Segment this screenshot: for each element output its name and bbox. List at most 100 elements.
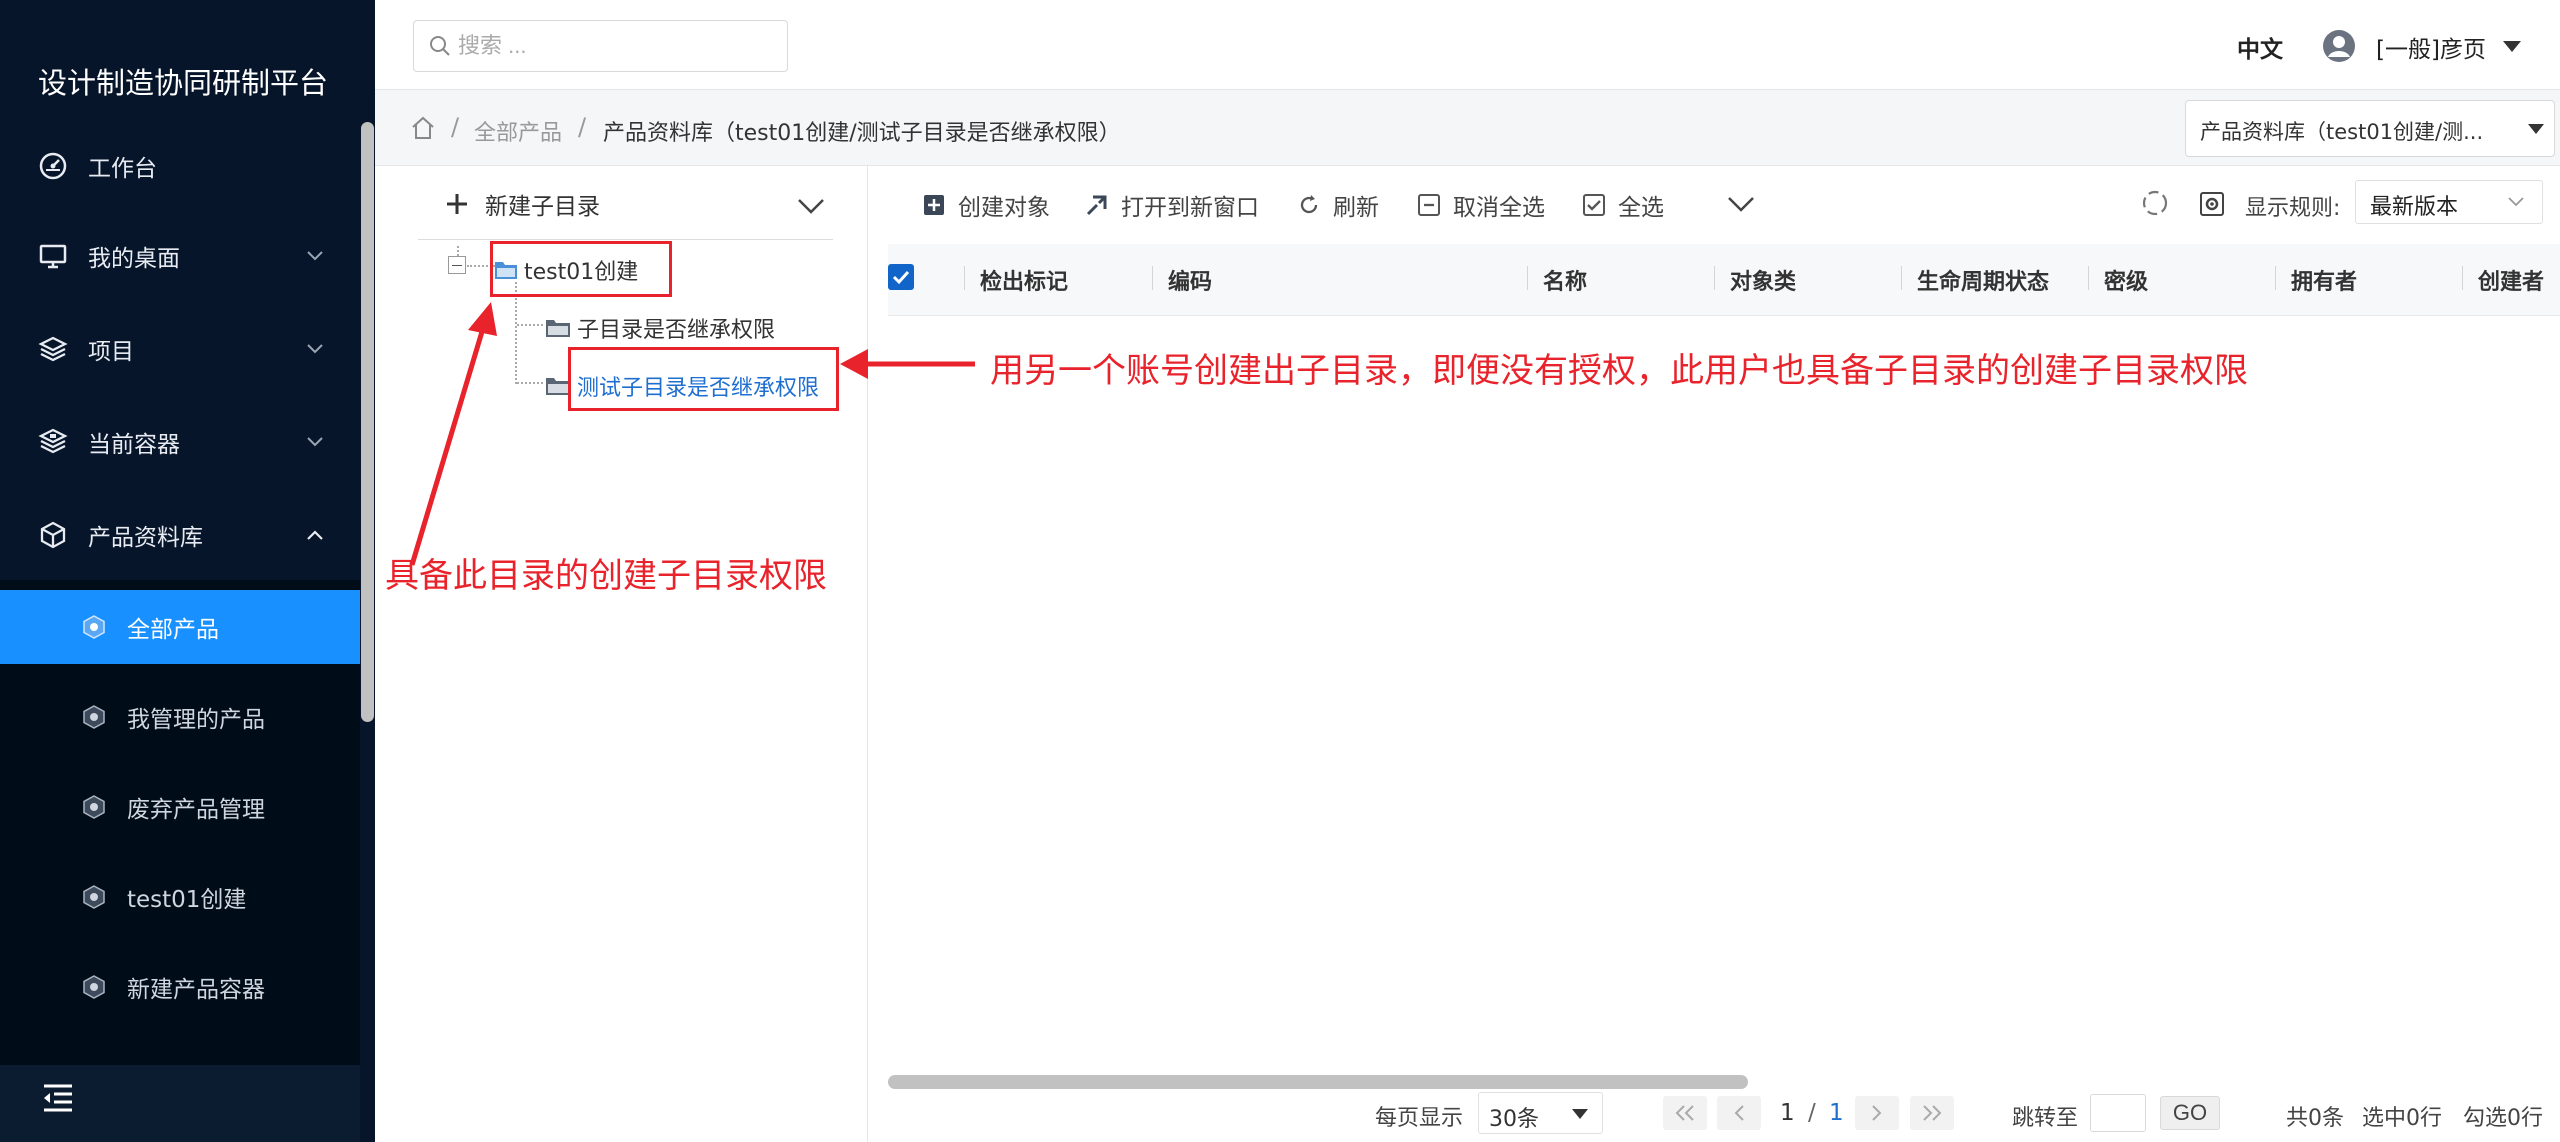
container-context-select[interactable]: 产品资料库（test01创建/测... [2185,100,2555,157]
total-count: 共0条 [2286,1106,2344,1131]
go-button[interactable]: GO [2160,1096,2220,1130]
submenu-item-abandoned[interactable]: 废弃产品管理 [0,770,360,844]
sidebar-scrollbar[interactable] [361,122,374,722]
sidebar-item-current-container[interactable]: 当前容器 [0,397,360,487]
select-all-label: 全选 [1618,195,1664,221]
sidebar-item-product-library[interactable]: 产品资料库 [0,490,360,580]
tree-divider [418,239,833,240]
annotation-box-root [490,241,672,297]
per-page-label: 每页显示 [1375,1106,1464,1131]
column-header-lifecycle[interactable]: 生命周期状态 [1917,264,2049,296]
breadcrumb-item-all-products[interactable]: 全部产品 [474,115,562,147]
check-icon [892,270,910,285]
refresh-icon [1300,195,1318,214]
deselect-all-button[interactable]: 取消全选 [1417,188,1545,222]
add-square-icon [924,195,944,215]
next-page-button[interactable] [1855,1096,1899,1130]
submenu-item-my-managed[interactable]: 我管理的产品 [0,680,360,754]
column-header-creator[interactable]: 创建者 [2478,264,2544,296]
collapse-menu-icon[interactable] [40,1080,76,1116]
sidebar-item-project[interactable]: 项目 [0,304,360,394]
last-page-button[interactable] [1910,1096,1954,1130]
sidebar-item-label: 当前容器 [88,432,180,458]
prev-page-button[interactable] [1717,1096,1761,1130]
product-hex-icon [80,973,108,1001]
app-brand-title: 设计制造协同研制平台 [38,66,329,100]
tree-connector [517,382,543,384]
product-hex-icon [80,613,108,641]
per-page-value: 30条 [1489,1107,1539,1132]
submenu-item-label: 废弃产品管理 [127,797,265,823]
annotation-note-right: 用另一个账号创建出子目录，即便没有授权，此用户也具备子目录的创建子目录权限 [990,352,2248,390]
submenu-item-label: 我管理的产品 [127,707,265,733]
select-all-button[interactable]: 全选 [1582,188,1664,222]
caret-down-icon[interactable] [2500,36,2524,56]
table-horizontal-scrollbar[interactable] [888,1075,1748,1089]
sidebar-item-workbench[interactable]: 工作台 [0,121,360,211]
minus-square-icon [1418,194,1440,216]
create-object-button[interactable]: 创建对象 [922,188,1050,222]
tree-node-child[interactable]: 子目录是否继承权限 [545,312,775,344]
column-separator [2462,266,2463,290]
loading-ring-icon[interactable] [2140,188,2170,218]
column-separator [2275,266,2276,290]
sidebar-item-label: 项目 [88,339,134,365]
per-page-select[interactable]: 30条 [1478,1092,1603,1134]
deselect-all-label: 取消全选 [1453,195,1545,221]
search-box[interactable] [413,20,788,72]
sidebar: 设计制造协同研制平台 工作台 我的桌面 项目 当前容器 产品资料库 全部产品 我… [0,0,375,1142]
search-input[interactable] [458,33,758,59]
submenu-item-all-products[interactable]: 全部产品 [0,590,360,664]
product-hex-icon [80,793,108,821]
first-page-button[interactable] [1663,1096,1707,1130]
check-square-icon [1583,194,1605,216]
chevron-down-icon[interactable] [795,190,827,222]
annotation-box-child [568,347,839,411]
submenu-item-test01[interactable]: test01创建 [0,860,360,934]
column-header-security-level[interactable]: 密级 [2104,264,2148,296]
settings-gear-icon[interactable] [2198,190,2226,218]
annotation-note-left: 具备此目录的创建子目录权限 [385,557,827,595]
new-subfolder-button[interactable]: 新建子目录 [445,187,600,221]
tree-node-label: 子目录是否继承权限 [577,318,776,343]
dashboard-icon [38,151,68,181]
user-avatar-icon[interactable] [2322,29,2356,63]
tree-connector [457,246,459,256]
refresh-button[interactable]: 刷新 [1297,188,1379,222]
more-actions-chevron-icon[interactable] [1725,188,1757,220]
plus-icon [447,194,467,214]
column-header-name[interactable]: 名称 [1543,264,1587,296]
page-total: 1 [1829,1100,1844,1126]
tree-connector [515,282,517,384]
selected-count: 选中0行 [2362,1106,2442,1131]
column-separator [1527,266,1528,290]
tree-collapse-toggle[interactable] [448,256,466,274]
display-rule-select[interactable]: 最新版本 [2355,180,2543,224]
chevron-down-icon [300,241,330,271]
breadcrumb-separator: / [578,113,587,141]
monitor-icon [38,241,68,271]
sidebar-item-my-desktop[interactable]: 我的桌面 [0,211,360,301]
caret-down-icon [1572,1109,1588,1119]
chevron-right-icon [1872,1105,1882,1121]
column-header-checkout[interactable]: 检出标记 [980,264,1068,296]
open-window-icon [1086,195,1107,216]
double-chevron-left-icon [1675,1105,1694,1121]
jump-to-label: 跳转至 [2012,1106,2079,1131]
home-icon[interactable] [410,115,436,141]
submenu-item-new-container[interactable]: 新建产品容器 [0,950,360,1024]
username[interactable]: [一般]彦页 [2376,30,2486,64]
layers-stack-icon [38,427,68,457]
column-header-object-class[interactable]: 对象类 [1730,264,1796,296]
container-context-value: 产品资料库（test01创建/测... [2200,120,2484,144]
column-header-owner[interactable]: 拥有者 [2291,264,2357,296]
open-new-window-button[interactable]: 打开到新窗口 [1085,188,1259,222]
display-rule-value: 最新版本 [2370,195,2459,220]
select-all-checkbox[interactable] [888,264,914,290]
checked-count: 勾选0行 [2463,1106,2543,1131]
column-header-code[interactable]: 编码 [1168,264,1212,296]
language-switch[interactable]: 中文 [2237,30,2283,64]
jump-to-page-input[interactable] [2090,1094,2146,1132]
refresh-label: 刷新 [1333,195,1379,221]
chevron-down-icon [2508,197,2524,207]
